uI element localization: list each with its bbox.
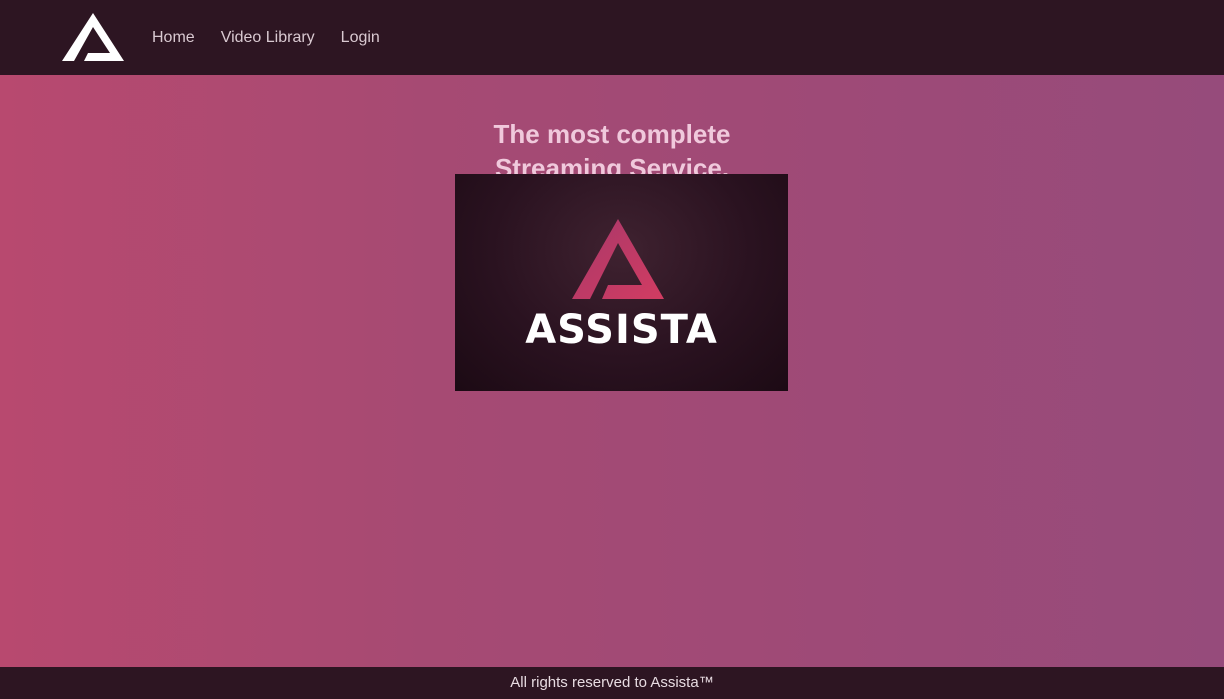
nav-home-link[interactable]: Home	[152, 28, 195, 48]
footer: All rights reserved to Assista™	[0, 667, 1224, 699]
assista-logo-icon[interactable]	[62, 13, 124, 63]
hero-brand-image: ASSISTA	[455, 174, 788, 391]
assista-triangle-icon	[572, 219, 664, 299]
hero-title-line1: The most complete	[493, 119, 731, 150]
nav-video-library-link[interactable]: Video Library	[221, 28, 315, 48]
nav-login-link[interactable]: Login	[341, 28, 380, 48]
hero-brand-text: ASSISTA	[525, 307, 718, 353]
footer-text: All rights reserved to Assista™	[510, 674, 714, 691]
nav-links: Home Video Library Login	[152, 0, 406, 75]
navbar: Home Video Library Login	[0, 0, 1224, 75]
